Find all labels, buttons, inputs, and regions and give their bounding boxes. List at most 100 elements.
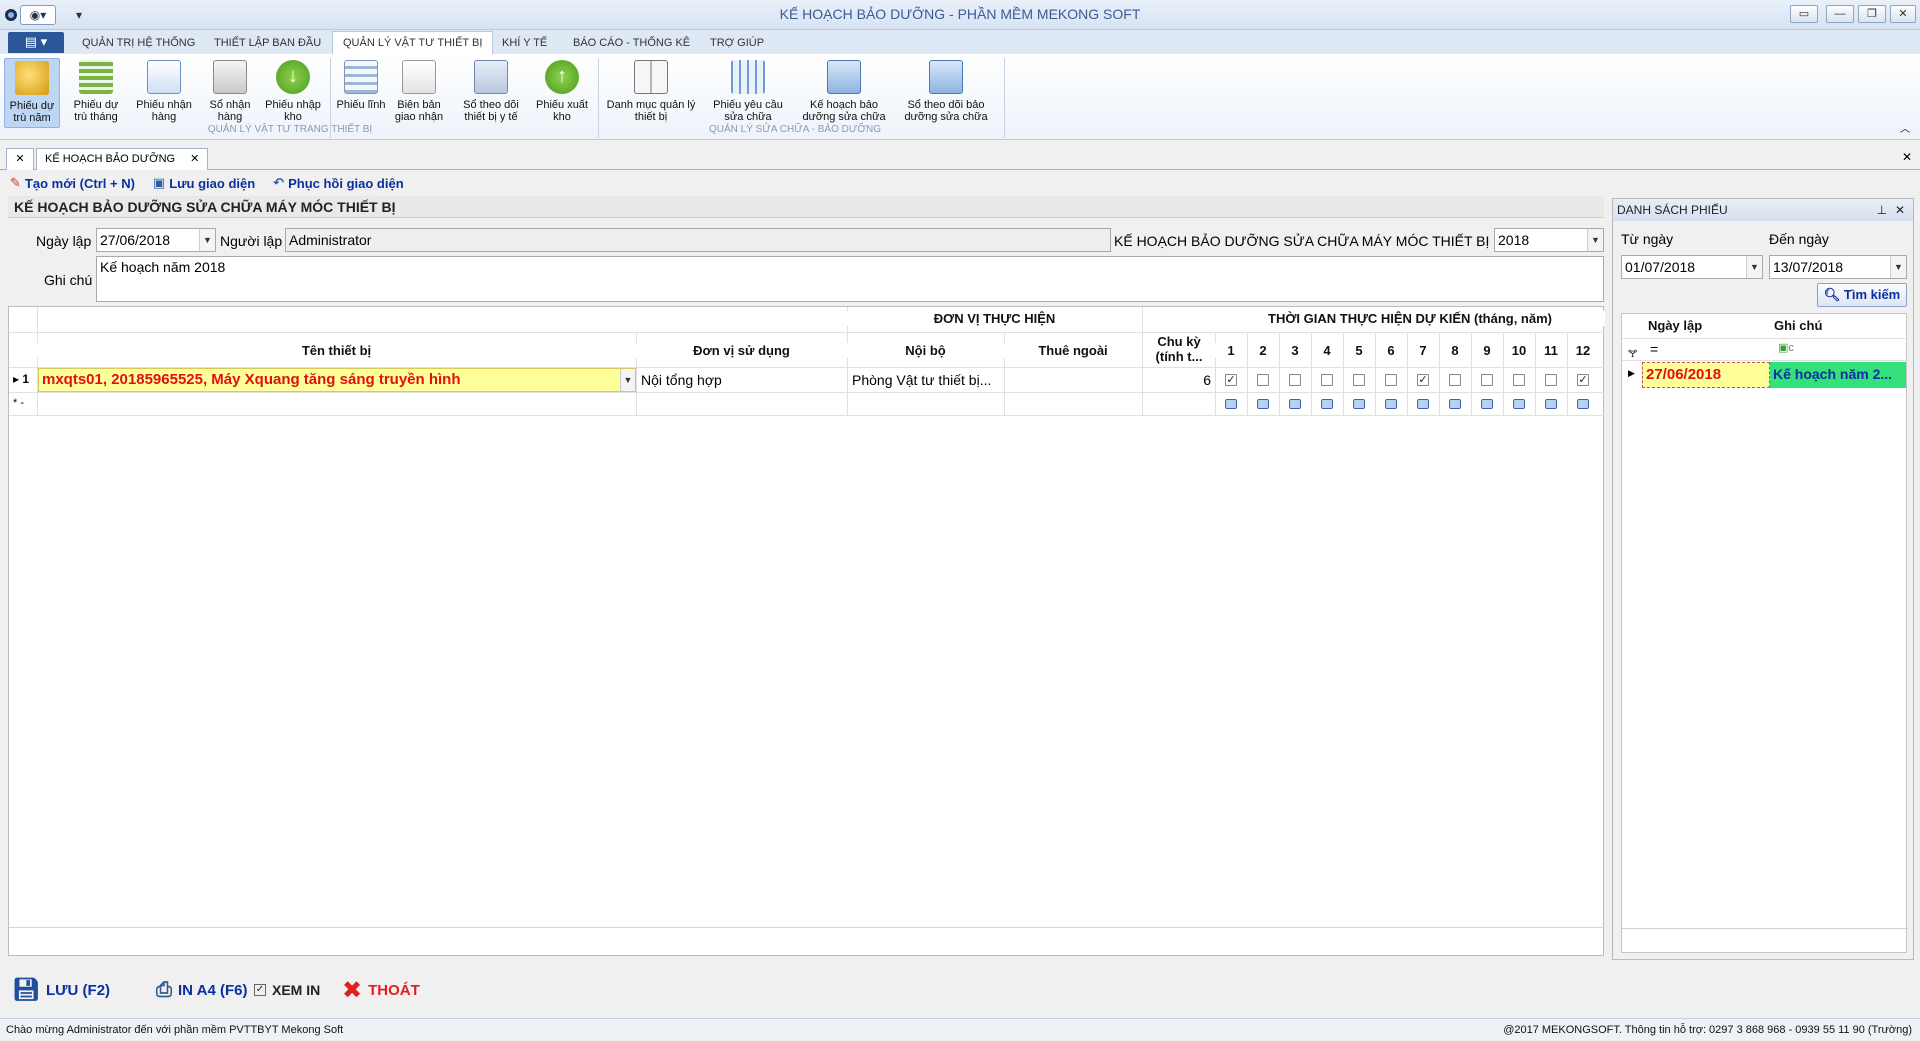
- new-row-month-icon[interactable]: [1225, 399, 1237, 409]
- new-row-month-icon[interactable]: [1289, 399, 1301, 409]
- user-unit-cell[interactable]: Nội tổng hợp: [641, 372, 841, 388]
- stock-in-button[interactable]: ↓ Phiếu nhập kho: [262, 58, 324, 128]
- note-field[interactable]: Kế hoạch năm 2018: [96, 256, 1604, 302]
- month-header[interactable]: 8: [1439, 343, 1471, 358]
- year-field[interactable]: 2018 ▼: [1494, 228, 1604, 252]
- dropdown-arrow-icon[interactable]: ▼: [1890, 256, 1906, 278]
- col-device-header[interactable]: Tên thiết bị: [37, 343, 636, 358]
- ticket-date-cell[interactable]: 27/06/2018: [1642, 362, 1770, 388]
- new-row-month-icon[interactable]: [1513, 399, 1525, 409]
- month-checkbox[interactable]: [1449, 374, 1461, 386]
- save-button[interactable]: 💾︎ LƯU (F2): [12, 975, 110, 1005]
- maintenance-plan-button[interactable]: Kế hoạch bảo dưỡng sửa chữa: [798, 58, 890, 128]
- col-user-unit-header[interactable]: Đơn vị sử dụng: [636, 343, 847, 358]
- tab-medical-gas[interactable]: KHÍ Y TẾ: [492, 34, 557, 54]
- month-header[interactable]: 3: [1279, 343, 1311, 358]
- annual-estimate-button[interactable]: Phiếu dự trù năm: [4, 58, 60, 128]
- minimize-button[interactable]: —: [1826, 5, 1854, 23]
- month-header[interactable]: 2: [1247, 343, 1279, 358]
- month-checkbox[interactable]: [1385, 374, 1397, 386]
- month-header[interactable]: 11: [1535, 343, 1567, 358]
- close-panel-icon[interactable]: ✕: [1895, 199, 1905, 221]
- month-checkbox[interactable]: [1289, 374, 1301, 386]
- month-header[interactable]: 7: [1407, 343, 1439, 358]
- close-tab-icon[interactable]: ✕: [190, 153, 199, 165]
- print-button[interactable]: ⎙ IN A4 (F6): [156, 975, 247, 1005]
- month-header[interactable]: 12: [1567, 343, 1599, 358]
- monthly-estimate-button[interactable]: Phiếu dự trù tháng: [66, 58, 126, 128]
- new-row-indicator[interactable]: * -: [13, 397, 37, 409]
- row-indicator[interactable]: ▶: [1628, 368, 1635, 379]
- dropdown-arrow-icon[interactable]: ▼: [199, 229, 215, 251]
- date-field[interactable]: 27/06/2018 ▼: [96, 228, 216, 252]
- new-row-month-icon[interactable]: [1449, 399, 1461, 409]
- ribbon-toggle-button[interactable]: ▭: [1790, 5, 1818, 23]
- goods-receipt-button[interactable]: Phiếu nhận hàng: [132, 58, 196, 128]
- month-checkbox[interactable]: [1321, 374, 1333, 386]
- tab-maintenance-plan[interactable]: KẾ HOẠCH BẢO DƯỠNG ✕: [36, 148, 209, 170]
- close-document-icon[interactable]: ✕: [1902, 150, 1912, 164]
- new-row-month-icon[interactable]: [1321, 399, 1333, 409]
- filter-date-operator[interactable]: =: [1650, 341, 1658, 357]
- col-external-header[interactable]: Thuê ngoài: [1004, 343, 1142, 358]
- month-checkbox[interactable]: [1545, 374, 1557, 386]
- file-menu-button[interactable]: ▤ ▾: [8, 32, 64, 53]
- internal-cell[interactable]: Phòng Vật tư thiết bị...: [852, 372, 1002, 388]
- month-header[interactable]: 5: [1343, 343, 1375, 358]
- month-checkbox[interactable]: [1513, 374, 1525, 386]
- new-row-month-icon[interactable]: [1417, 399, 1429, 409]
- new-row-month-icon[interactable]: [1545, 399, 1557, 409]
- month-checkbox[interactable]: ✓: [1577, 374, 1589, 386]
- restore-layout-button[interactable]: ↶ Phục hồi giao diện: [273, 175, 403, 191]
- medical-equipment-ledger-button[interactable]: Sổ theo dõi thiết bị y tế: [456, 58, 526, 128]
- month-header[interactable]: 9: [1471, 343, 1503, 358]
- tab-initial-setup[interactable]: THIẾT LẬP BAN ĐẦU: [204, 34, 331, 54]
- filter-note-icon[interactable]: ▣c: [1778, 341, 1794, 354]
- month-header[interactable]: 6: [1375, 343, 1407, 358]
- repair-request-button[interactable]: Phiếu yêu cầu sửa chữa: [706, 58, 790, 128]
- dropdown-arrow-icon[interactable]: ▼: [1746, 256, 1762, 278]
- month-header[interactable]: 4: [1311, 343, 1343, 358]
- new-row-month-icon[interactable]: [1481, 399, 1493, 409]
- new-row-month-icon[interactable]: [1385, 399, 1397, 409]
- search-button[interactable]: 🔍︎ Tìm kiếm: [1817, 283, 1907, 307]
- close-window-button[interactable]: ✕: [1890, 5, 1916, 23]
- pin-icon[interactable]: ⊥: [1877, 199, 1887, 221]
- month-checkbox[interactable]: ✓: [1225, 374, 1237, 386]
- month-checkbox[interactable]: ✓: [1417, 374, 1429, 386]
- row-indicator[interactable]: ▸ 1: [13, 372, 37, 386]
- month-checkbox[interactable]: [1353, 374, 1365, 386]
- tab-reports[interactable]: BÁO CÁO - THỐNG KÊ: [563, 34, 700, 54]
- stock-out-button[interactable]: ↑ Phiếu xuất kho: [532, 58, 592, 128]
- creator-field[interactable]: Administrator: [285, 228, 1111, 252]
- col-internal-header[interactable]: Nội bộ: [847, 343, 1004, 358]
- dropdown-arrow-icon[interactable]: ▼: [1587, 229, 1603, 251]
- equipment-catalog-button[interactable]: Danh mục quản lý thiết bị: [606, 58, 696, 128]
- to-date-field[interactable]: 13/07/2018 ▼: [1769, 255, 1907, 279]
- ticket-note-cell[interactable]: Kế hoạch năm 2...: [1770, 362, 1906, 388]
- col-cycle-header[interactable]: Chu kỳ (tính t...: [1147, 334, 1211, 364]
- exit-button[interactable]: ✖ THOÁT: [342, 975, 420, 1005]
- new-row-month-icon[interactable]: [1257, 399, 1269, 409]
- dropdown-arrow-icon[interactable]: ▼: [620, 369, 635, 391]
- save-layout-button[interactable]: ▣ Lưu giao diện: [153, 175, 255, 191]
- close-all-tab-icon[interactable]: ✕: [6, 148, 34, 170]
- device-cell[interactable]: mxqts01, 20185965525, Máy Xquang tăng sá…: [38, 368, 636, 392]
- from-date-field[interactable]: 01/07/2018 ▼: [1621, 255, 1763, 279]
- collapse-ribbon-icon[interactable]: ︿: [1900, 120, 1910, 135]
- col-date-header[interactable]: Ngày lập: [1646, 318, 1766, 333]
- tab-equipment-management[interactable]: QUẢN LÝ VẬT TƯ THIẾT BỊ: [332, 31, 494, 55]
- cycle-cell[interactable]: 6: [1147, 372, 1211, 388]
- handover-button[interactable]: Biên bản giao nhận: [390, 58, 448, 128]
- receipt-book-button[interactable]: Sổ nhận hàng: [202, 58, 258, 128]
- month-header[interactable]: 10: [1503, 343, 1535, 358]
- new-button[interactable]: ✎ Tạo mới (Ctrl + N): [10, 175, 135, 191]
- col-note-header[interactable]: Ghi chú: [1774, 318, 1894, 333]
- month-checkbox[interactable]: [1481, 374, 1493, 386]
- maintenance-log-button[interactable]: Sổ theo dõi bảo dưỡng sửa chữa: [898, 58, 994, 128]
- new-row-month-icon[interactable]: [1353, 399, 1365, 409]
- month-checkbox[interactable]: [1257, 374, 1269, 386]
- requisition-button[interactable]: Phiếu lĩnh: [336, 58, 386, 128]
- preview-checkbox[interactable]: ✓ XEM IN: [254, 975, 320, 1005]
- tab-system-admin[interactable]: QUẢN TRỊ HỆ THỐNG: [72, 34, 205, 54]
